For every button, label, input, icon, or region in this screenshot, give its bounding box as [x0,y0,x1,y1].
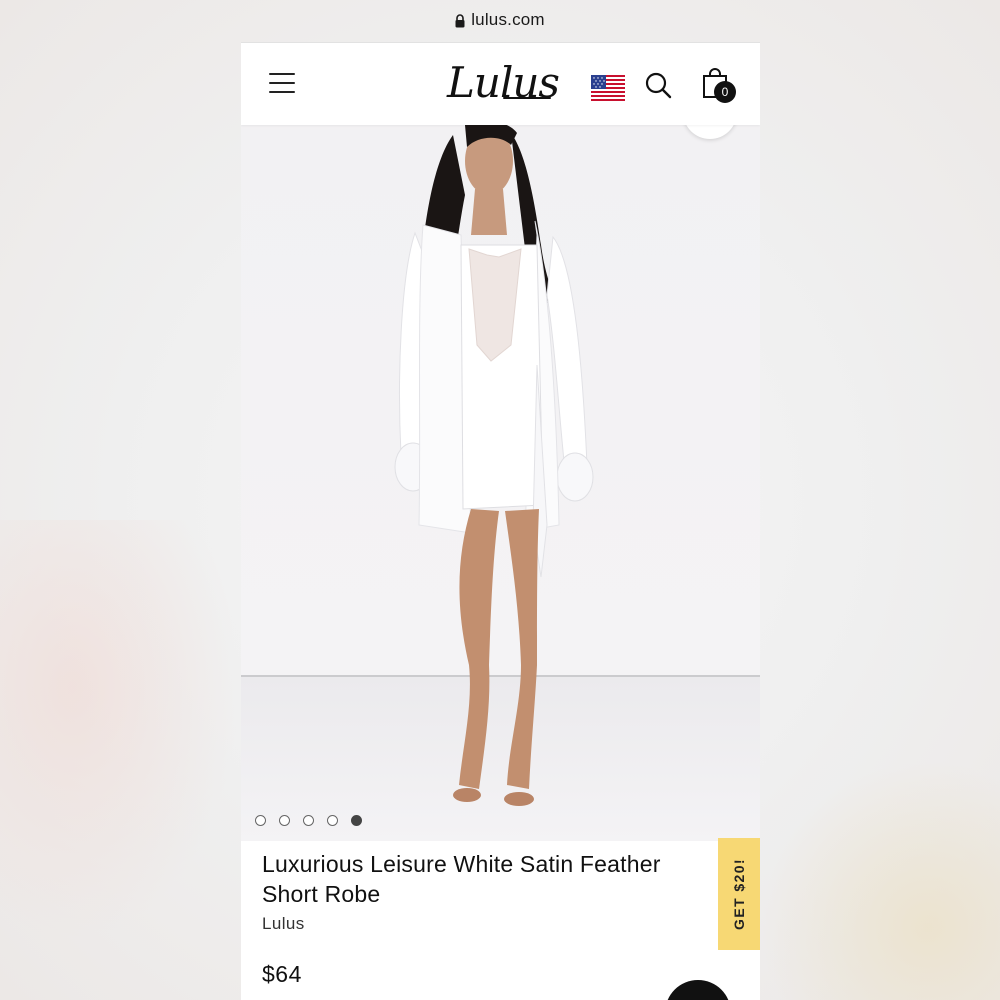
product-title: Luxurious Leisure White Satin Feather Sh… [262,851,661,907]
gallery-pagination [255,815,362,826]
browser-url-bar[interactable]: lulus.com [0,0,1000,40]
site-header: Lulus 0 [241,42,760,125]
product-brand[interactable]: Lulus [262,914,305,934]
cart-count-badge[interactable]: 0 [714,81,736,103]
logo-underline [503,97,551,99]
product-info: Luxurious Leisure White Satin Feather Sh… [241,841,760,1000]
hamburger-menu-icon[interactable] [269,73,295,95]
promo-label: GET $20! [731,858,748,930]
lulus-logo[interactable]: Lulus [447,57,560,109]
lock-icon [455,14,465,28]
search-icon[interactable] [644,71,672,99]
backdrop-left [0,520,240,940]
mobile-page: Lulus 0 Luxurious Leisure White Satin Fe… [241,42,760,1000]
wishlist-button[interactable] [683,125,737,139]
product-image[interactable] [241,125,760,841]
gallery-dot-3[interactable] [303,815,314,826]
model-photo [394,125,594,806]
backdrop-right [760,760,1000,1000]
gallery-dot-4[interactable] [327,815,338,826]
us-flag-icon[interactable] [591,75,625,101]
product-price: $64 [262,961,302,987]
get-20-promo-tab[interactable]: GET $20! [718,838,760,950]
gallery-dot-2[interactable] [279,815,290,826]
gallery-dot-1[interactable] [255,815,266,826]
gallery-dot-5-active[interactable] [351,815,362,826]
browser-url-text: lulus.com [471,10,545,29]
